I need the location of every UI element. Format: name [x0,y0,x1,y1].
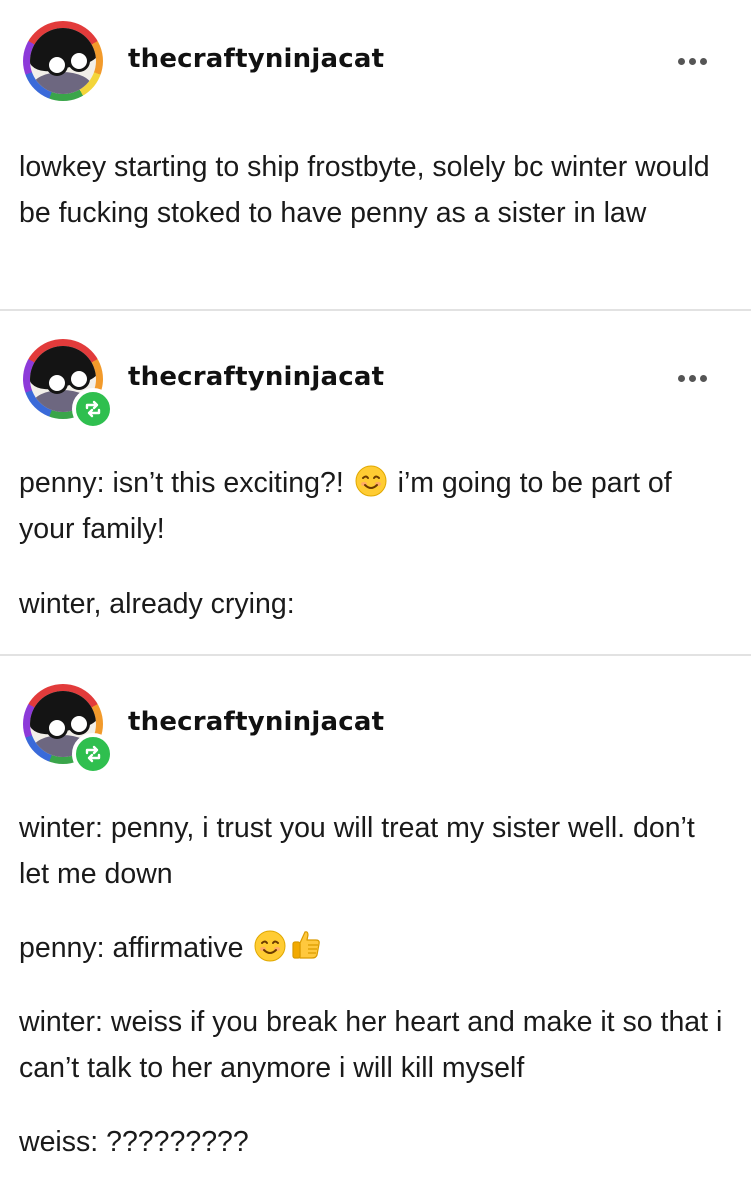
username[interactable]: thecraftyninjacat [128,44,384,74]
post-text: penny: affirmative [19,925,725,971]
post-text: penny: isn’t this exciting?! i’m going t… [19,460,725,552]
post-body: penny: isn’t this exciting?! i’m going t… [0,460,751,627]
thumbs-up-emoji [292,931,321,959]
post-original: thecraftyninjacat lowkey starting to shi… [0,0,751,311]
post-header: thecraftyninjacat [0,656,751,775]
avatar-face-icon [30,28,96,94]
reblog-icon [72,733,114,775]
smiling-face-emoji [355,465,387,497]
text-segment: penny: affirmative [19,932,252,964]
post-body: lowkey starting to ship frostbyte, solel… [0,144,751,236]
more-options-icon[interactable] [678,58,707,65]
username[interactable]: thecraftyninjacat [128,707,384,737]
post-text: winter, already crying: [19,588,295,620]
post-reblog: thecraftyninjacat penny: isn’t this exci… [0,311,751,656]
smiling-face-emoji [254,930,286,962]
post-header: thecraftyninjacat [0,0,751,101]
avatar[interactable] [23,21,103,101]
post-body: winter: penny, i trust you will treat my… [0,805,751,1165]
username[interactable]: thecraftyninjacat [128,362,384,392]
more-options-icon[interactable] [678,375,707,382]
post-text: winter: weiss if you break her heart and… [19,1006,723,1084]
reblog-icon [72,388,114,430]
post-header: thecraftyninjacat [0,311,751,430]
post-text: winter: penny, i trust you will treat my… [19,812,695,890]
post-reblog: thecraftyninjacat winter: penny, i trust… [0,656,751,1202]
text-segment: penny: isn’t this exciting?! [19,467,352,499]
post-text: weiss: ????????? [19,1126,249,1158]
post-text: lowkey starting to ship frostbyte, solel… [19,151,710,229]
